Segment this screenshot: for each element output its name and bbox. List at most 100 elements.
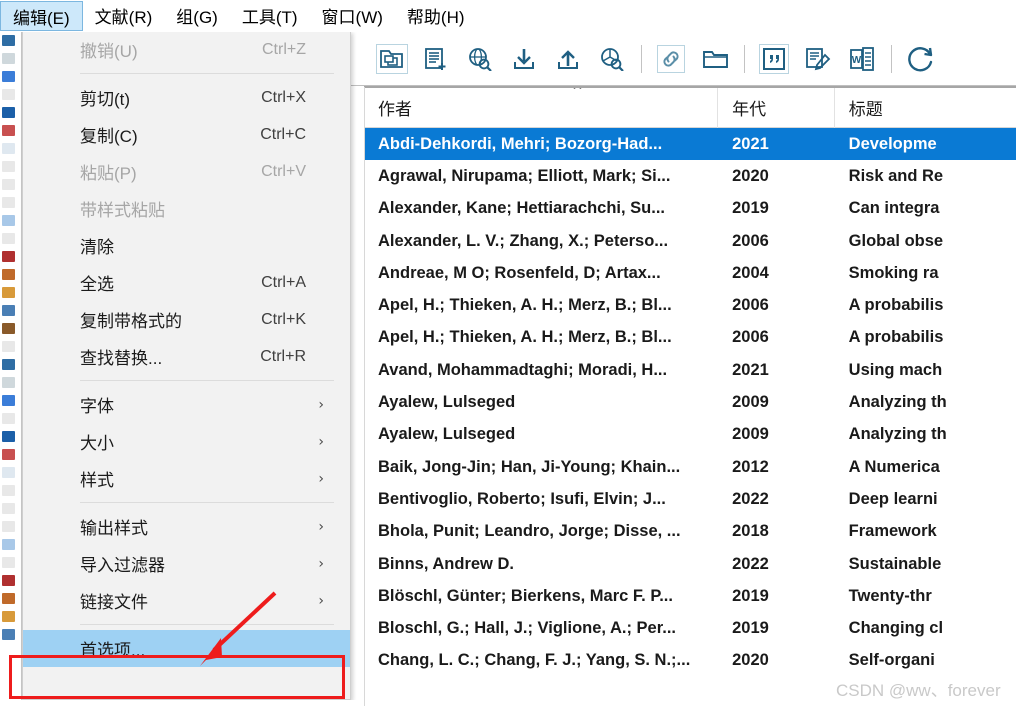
sidebar-group-item[interactable]	[0, 464, 21, 482]
reference-list-table[interactable]: 作者 年代 标题 ^ Abdi-Dehkordi, Mehri; Bozorg-…	[364, 87, 1016, 706]
sidebar-group-item[interactable]	[0, 176, 21, 194]
table-row[interactable]: Bloschl, G.; Hall, J.; Viglione, A.; Per…	[364, 612, 1016, 644]
sidebar-group-item[interactable]	[0, 482, 21, 500]
online-search-globe-button[interactable]	[458, 39, 502, 79]
table-row[interactable]: Avand, Mohammadtaghi; Moradi, H... 2021 Us…	[364, 354, 1016, 386]
menu-item-1[interactable]: 剪切(t) Ctrl+X	[23, 79, 350, 116]
column-header-author[interactable]: 作者	[364, 87, 719, 128]
sidebar-group-item[interactable]	[0, 500, 21, 518]
table-row[interactable]: Binns, Andrew D. 2022 Sustainable	[364, 548, 1016, 580]
sidebar-group-icon	[2, 305, 15, 316]
import-download-button[interactable]	[502, 39, 546, 79]
table-row[interactable]: Apel, H.; Thieken, A. H.; Merz, B.; Bl..…	[364, 322, 1016, 354]
menu-item-14[interactable]: 链接文件 ›	[23, 582, 350, 619]
menu-item-6[interactable]: 全选 Ctrl+A	[23, 264, 350, 301]
sidebar-group-item[interactable]	[0, 266, 21, 284]
copy-folder-button[interactable]	[370, 39, 414, 79]
link-button[interactable]	[649, 39, 693, 79]
column-header-year[interactable]: 年代	[718, 87, 835, 128]
table-row[interactable]: Bhola, Punit; Leandro, Jorge; Disse, ...…	[364, 516, 1016, 548]
table-row[interactable]: Abdi-Dehkordi, Mehri; Bozorg-Had... 2021 D…	[364, 128, 1016, 161]
cell-title: Framework	[848, 522, 937, 541]
edit-menu-dropdown[interactable]: 撤销(U) Ctrl+Z 剪切(t) Ctrl+X 复制(C) Ctrl+C 粘贴(P) Ct…	[22, 31, 351, 700]
table-row[interactable]: Baik, Jong-Jin; Han, Ji-Young; Khain... 2…	[364, 451, 1016, 483]
menu-bar[interactable]: 编辑(E) 文献(R) 组(G) 工具(T) 窗口(W) 帮助(H)	[0, 0, 1016, 32]
sidebar-group-item[interactable]	[0, 608, 21, 626]
sidebar-group-icon	[2, 467, 15, 478]
sidebar-group-item[interactable]	[0, 194, 21, 212]
sidebar-group-item[interactable]	[0, 626, 21, 644]
sidebar-group-item[interactable]	[0, 356, 21, 374]
sidebar-group-item[interactable]	[0, 536, 21, 554]
sidebar-group-item[interactable]	[0, 248, 21, 266]
menu-item-2[interactable]: 复制(C) Ctrl+C	[23, 116, 350, 153]
sidebar-group-item[interactable]	[0, 158, 21, 176]
table-row[interactable]: Chang, L. C.; Chang, F. J.; Yang, S. N.;…	[364, 645, 1016, 677]
table-row[interactable]: Alexander, L. V.; Zhang, X.; Peterso... 2…	[364, 225, 1016, 257]
cell-author: Baik, Jong-Jin; Han, Ji-Young; Khain...	[378, 457, 681, 476]
sidebar-group-item[interactable]	[0, 32, 21, 50]
sidebar-group-item[interactable]	[0, 50, 21, 68]
edit-document-button[interactable]	[796, 39, 840, 79]
sidebar-group-item[interactable]	[0, 338, 21, 356]
menu-item-7[interactable]: 复制带格式的 Ctrl+K	[23, 301, 350, 338]
sidebar-group-item[interactable]	[0, 68, 21, 86]
sidebar-group-item[interactable]	[0, 284, 21, 302]
menubar-item-0[interactable]: 编辑(E)	[0, 1, 83, 31]
menu-item-shortcut: Ctrl+C	[260, 125, 306, 143]
sidebar-group-item[interactable]	[0, 212, 21, 230]
sidebar-group-item[interactable]	[0, 392, 21, 410]
sidebar-group-item[interactable]	[0, 590, 21, 608]
menu-item-12[interactable]: 输出样式 ›	[23, 508, 350, 545]
table-header-row[interactable]: 作者 年代 标题 ^	[364, 87, 1016, 128]
cell-year: 2022	[732, 554, 769, 573]
menu-item-9[interactable]: 字体 ›	[23, 386, 350, 423]
menu-item-11[interactable]: 样式 ›	[23, 460, 350, 497]
sidebar-group-item[interactable]	[0, 428, 21, 446]
table-row[interactable]: Agrawal, Nirupama; Elliott, Mark; Si... 2…	[364, 160, 1016, 192]
menubar-item-4[interactable]: 窗口(W)	[310, 0, 395, 31]
sidebar-group-item[interactable]	[0, 302, 21, 320]
menu-item-10[interactable]: 大小 ›	[23, 423, 350, 460]
menubar-item-5[interactable]: 帮助(H)	[395, 0, 477, 31]
menubar-item-1[interactable]: 文献(R)	[83, 0, 165, 31]
quote-button[interactable]	[752, 39, 796, 79]
table-row[interactable]: Apel, H.; Thieken, A. H.; Merz, B.; Bl..…	[364, 289, 1016, 321]
table-row[interactable]: Blöschl, Günter; Bierkens, Marc F. P... 2…	[364, 580, 1016, 612]
sidebar-group-item[interactable]	[0, 554, 21, 572]
column-header-title[interactable]: 标题	[835, 87, 1016, 128]
sidebar-group-item[interactable]	[0, 230, 21, 248]
table-row[interactable]: Alexander, Kane; Hettiarachchi, Su... 201…	[364, 193, 1016, 225]
table-row[interactable]: Bentivoglio, Roberto; Isufi, Elvin; J...…	[364, 483, 1016, 515]
sidebar-group-item[interactable]	[0, 446, 21, 464]
table-row[interactable]: Ayalew, Lulseged 2009 Analyzing th	[364, 419, 1016, 451]
sidebar-group-item[interactable]	[0, 320, 21, 338]
sidebar-group-item[interactable]	[0, 518, 21, 536]
menubar-item-3[interactable]: 工具(T)	[230, 0, 310, 31]
sidebar-group-item[interactable]	[0, 374, 21, 392]
menubar-item-2[interactable]: 组(G)	[164, 0, 230, 31]
sidebar-group-item[interactable]	[0, 410, 21, 428]
table-body[interactable]: Abdi-Dehkordi, Mehri; Bozorg-Had... 2021 D…	[364, 128, 1016, 677]
sidebar-group-item[interactable]	[0, 122, 21, 140]
new-reference-icon	[423, 47, 449, 71]
menu-item-5[interactable]: 清除	[23, 227, 350, 264]
menu-item-8[interactable]: 查找替换... Ctrl+R	[23, 338, 350, 375]
cell-year: 2020	[732, 651, 769, 670]
sync-refresh-button[interactable]	[899, 39, 943, 79]
find-pdf-button[interactable]	[590, 39, 634, 79]
groups-sidebar[interactable]	[0, 32, 22, 706]
sidebar-group-item[interactable]	[0, 104, 21, 122]
menu-item-13[interactable]: 导入过滤器 ›	[23, 545, 350, 582]
sidebar-group-item[interactable]	[0, 86, 21, 104]
sidebar-group-item[interactable]	[0, 572, 21, 590]
menu-item-15[interactable]: 首选项...	[23, 630, 350, 667]
word-button[interactable]: W	[840, 39, 884, 79]
table-row[interactable]: Ayalew, Lulseged 2009 Analyzing th	[364, 386, 1016, 418]
cell-author: Chang, L. C.; Chang, F. J.; Yang, S. N.;…	[378, 651, 691, 670]
new-reference-button[interactable]	[414, 39, 458, 79]
open-folder-button[interactable]	[693, 39, 737, 79]
sidebar-group-item[interactable]	[0, 140, 21, 158]
table-row[interactable]: Andreae, M O; Rosenfeld, D; Artax... 2004…	[364, 257, 1016, 289]
export-upload-button[interactable]	[546, 39, 590, 79]
